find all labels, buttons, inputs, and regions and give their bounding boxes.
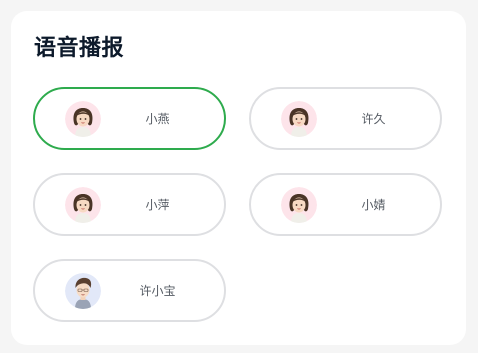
- male-avatar-icon: [65, 273, 101, 309]
- female-avatar-icon: [65, 101, 101, 137]
- voice-option-xiaojing[interactable]: 小婧: [249, 173, 442, 236]
- voice-option-xujiu[interactable]: 许久: [249, 87, 442, 150]
- voice-option-xuxiaobao[interactable]: 许小宝: [33, 259, 226, 322]
- voice-broadcast-card: 语音播报 小燕 许久 小萍 小婧 许小宝: [11, 11, 466, 345]
- female-avatar-icon: [281, 101, 317, 137]
- voice-name: 许久: [361, 112, 386, 126]
- voice-option-xiaoyan[interactable]: 小燕: [33, 87, 226, 150]
- voice-name: 小燕: [145, 112, 170, 126]
- voice-name: 小萍: [145, 198, 170, 212]
- page-title: 语音播报: [34, 36, 125, 61]
- voice-name: 许小宝: [139, 284, 176, 298]
- female-avatar-icon: [281, 187, 317, 223]
- voice-name: 小婧: [361, 198, 386, 212]
- voice-option-xiaoping[interactable]: 小萍: [33, 173, 226, 236]
- female-avatar-icon: [65, 187, 101, 223]
